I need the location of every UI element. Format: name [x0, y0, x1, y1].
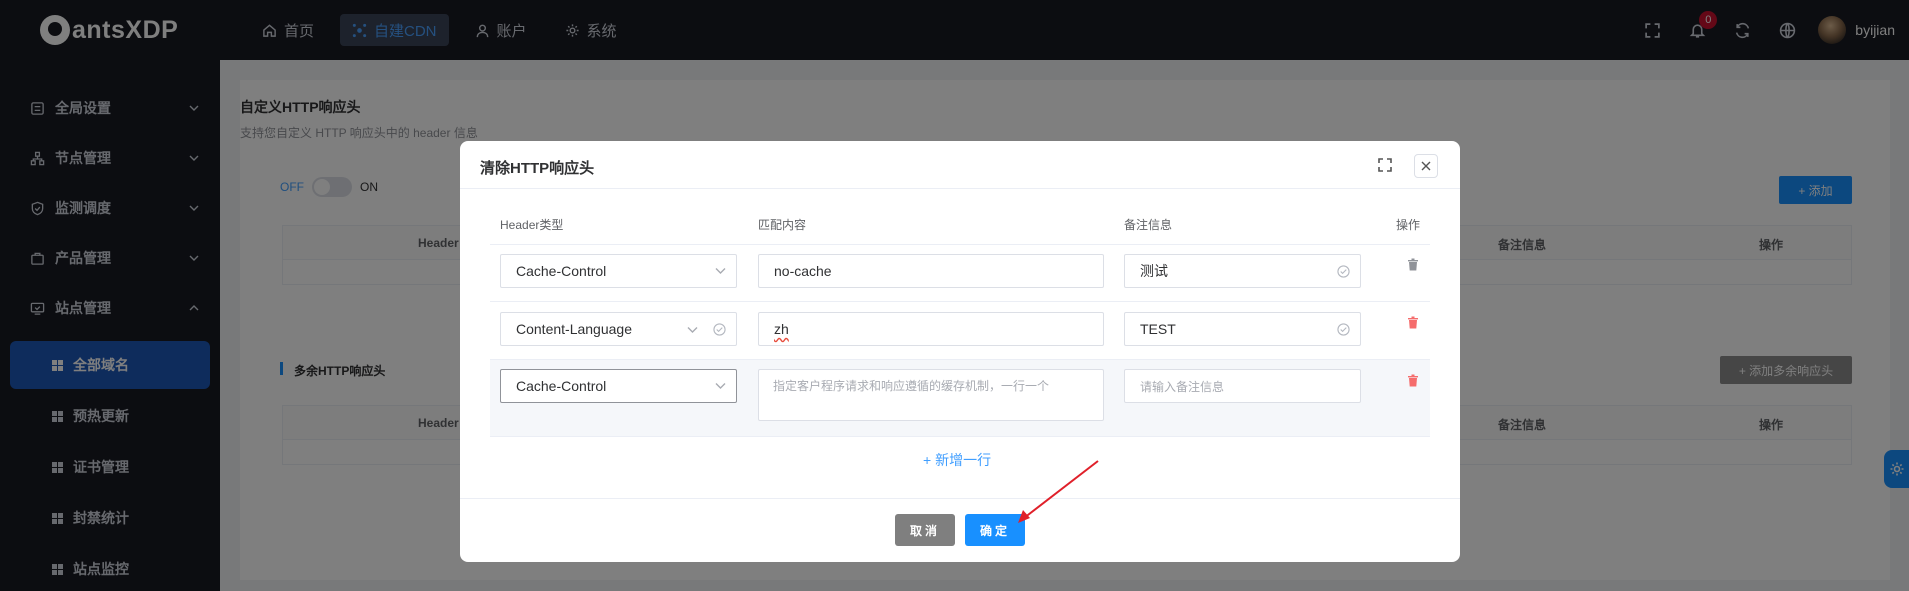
col-header-type: Header类型	[500, 218, 564, 232]
header-type-select[interactable]: Content-Language	[500, 312, 737, 346]
remark-input[interactable]: TEST	[1124, 312, 1361, 346]
input-value: zh	[774, 321, 789, 337]
input-value: TEST	[1140, 321, 1176, 337]
col-remark: 备注信息	[1124, 218, 1173, 232]
input-value: no-cache	[774, 263, 832, 279]
remark-placeholder: 请输入备注信息	[1140, 379, 1225, 394]
dialog-title: 清除HTTP响应头	[480, 160, 595, 177]
dialog-close-button[interactable]	[1414, 154, 1438, 178]
delete-icon[interactable]	[1407, 374, 1419, 387]
fullscreen-icon[interactable]	[1377, 157, 1393, 173]
match-input[interactable]: no-cache	[758, 254, 1104, 288]
chevron-down-icon	[715, 383, 726, 389]
close-icon	[1421, 161, 1431, 171]
select-value: Cache-Control	[516, 378, 607, 394]
confirm-button[interactable]: 确定	[965, 514, 1025, 546]
check-circle-icon	[713, 323, 726, 336]
chevron-down-icon	[687, 327, 698, 333]
delete-icon[interactable]	[1407, 316, 1419, 329]
clear-headers-dialog: 清除HTTP响应头 Header类型 匹配内容 备注信息 操作 Cache-Co…	[460, 141, 1460, 562]
add-row-button[interactable]: + 新增一行	[923, 450, 991, 470]
match-textarea[interactable]: 指定客户程序请求和响应遵循的缓存机制，一行一个	[758, 369, 1104, 421]
check-circle-icon	[1337, 323, 1350, 336]
remark-input[interactable]: 请输入备注信息	[1124, 369, 1361, 403]
delete-icon[interactable]	[1407, 258, 1419, 271]
remark-input[interactable]: 测试	[1124, 254, 1361, 288]
chevron-down-icon	[715, 268, 726, 274]
match-placeholder: 指定客户程序请求和响应遵循的缓存机制，一行一个	[773, 379, 1050, 393]
input-value: 测试	[1140, 263, 1168, 279]
check-circle-icon	[1337, 265, 1350, 278]
header-type-select[interactable]: Cache-Control	[500, 369, 737, 403]
dialog-footer-divider	[460, 498, 1460, 499]
match-input[interactable]: zh	[758, 312, 1104, 346]
dialog-header: 清除HTTP响应头	[460, 141, 1460, 189]
header-type-select[interactable]: Cache-Control	[500, 254, 737, 288]
col-match: 匹配内容	[758, 218, 807, 232]
select-value: Cache-Control	[516, 263, 607, 279]
add-row-label: + 新增一行	[923, 452, 992, 468]
col-action: 操作	[1396, 218, 1421, 232]
cancel-button[interactable]: 取消	[895, 514, 955, 546]
select-value: Content-Language	[516, 321, 632, 337]
